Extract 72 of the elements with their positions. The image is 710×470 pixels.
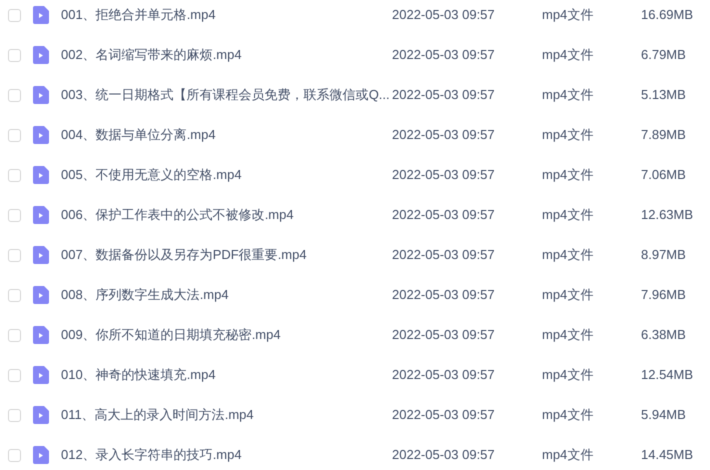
checkbox[interactable]	[8, 448, 21, 462]
video-file-icon	[33, 86, 49, 104]
file-name[interactable]: 002、名词缩写带来的麻烦.mp4	[61, 45, 392, 65]
file-size: 7.96MB	[641, 286, 686, 304]
modified-date: 2022-05-03 09:57	[392, 166, 496, 184]
checkbox[interactable]	[8, 8, 21, 22]
file-type: mp4文件	[542, 6, 594, 24]
video-file-icon	[33, 46, 49, 64]
modified-date: 2022-05-03 09:57	[392, 86, 496, 104]
file-size: 5.13MB	[641, 86, 686, 104]
checkbox[interactable]	[8, 208, 21, 222]
checkbox[interactable]	[8, 248, 21, 262]
video-file-icon	[33, 366, 49, 384]
checkbox[interactable]	[8, 408, 21, 422]
file-size: 7.89MB	[641, 126, 686, 144]
modified-date: 2022-05-03 09:57	[392, 206, 496, 224]
video-file-icon	[33, 406, 49, 424]
modified-date: 2022-05-03 09:57	[392, 366, 496, 384]
file-name[interactable]: 006、保护工作表中的公式不被修改.mp4	[61, 205, 392, 225]
file-name[interactable]: 008、序列数字生成大法.mp4	[61, 285, 392, 305]
modified-date: 2022-05-03 09:57	[392, 46, 496, 64]
checkbox[interactable]	[8, 328, 21, 342]
file-size: 16.69MB	[641, 6, 694, 24]
file-size: 12.54MB	[641, 366, 694, 384]
video-file-icon	[33, 446, 49, 464]
file-size: 5.94MB	[641, 406, 686, 424]
file-name[interactable]: 010、神奇的快速填充.mp4	[61, 365, 392, 385]
file-size: 6.79MB	[641, 46, 686, 64]
file-type: mp4文件	[542, 86, 594, 104]
checkbox[interactable]	[8, 168, 21, 182]
file-type: mp4文件	[542, 126, 594, 144]
file-size: 12.63MB	[641, 206, 694, 224]
checkbox[interactable]	[8, 88, 21, 102]
video-file-icon	[33, 166, 49, 184]
modified-date: 2022-05-03 09:57	[392, 406, 496, 424]
file-type: mp4文件	[542, 446, 594, 464]
file-name[interactable]: 001、拒绝合并单元格.mp4	[61, 5, 392, 25]
video-file-icon	[33, 326, 49, 344]
checkbox[interactable]	[8, 48, 21, 62]
file-type: mp4文件	[542, 326, 594, 344]
file-name[interactable]: 009、你所不知道的日期填充秘密.mp4	[61, 325, 392, 345]
modified-date: 2022-05-03 09:57	[392, 286, 496, 304]
file-type: mp4文件	[542, 286, 594, 304]
file-name[interactable]: 003、统一日期格式【所有课程会员免费，联系微信或Q...	[61, 85, 392, 105]
file-type: mp4文件	[542, 206, 594, 224]
file-name[interactable]: 011、高大上的录入时间方法.mp4	[61, 405, 392, 425]
checkbox[interactable]	[8, 368, 21, 382]
file-name[interactable]: 005、不使用无意义的空格.mp4	[61, 165, 392, 185]
modified-date: 2022-05-03 09:57	[392, 246, 496, 264]
checkbox[interactable]	[8, 128, 21, 142]
file-size: 7.06MB	[641, 166, 686, 184]
file-size: 14.45MB	[641, 446, 694, 464]
modified-date: 2022-05-03 09:57	[392, 446, 496, 464]
video-file-icon	[33, 286, 49, 304]
file-type: mp4文件	[542, 366, 594, 384]
video-file-icon	[33, 6, 49, 24]
file-size: 6.38MB	[641, 326, 686, 344]
file-type: mp4文件	[542, 246, 594, 264]
file-name[interactable]: 004、数据与单位分离.mp4	[61, 125, 392, 145]
video-file-icon	[33, 246, 49, 264]
file-name[interactable]: 007、数据备份以及另存为PDF很重要.mp4	[61, 245, 392, 265]
file-type: mp4文件	[542, 46, 594, 64]
modified-date: 2022-05-03 09:57	[392, 6, 496, 24]
file-type: mp4文件	[542, 406, 594, 424]
video-file-icon	[33, 206, 49, 224]
modified-date: 2022-05-03 09:57	[392, 326, 496, 344]
file-name[interactable]: 012、录入长字符串的技巧.mp4	[61, 445, 392, 465]
file-size: 8.97MB	[641, 246, 686, 264]
checkbox[interactable]	[8, 288, 21, 302]
file-type: mp4文件	[542, 166, 594, 184]
modified-date: 2022-05-03 09:57	[392, 126, 496, 144]
video-file-icon	[33, 126, 49, 144]
